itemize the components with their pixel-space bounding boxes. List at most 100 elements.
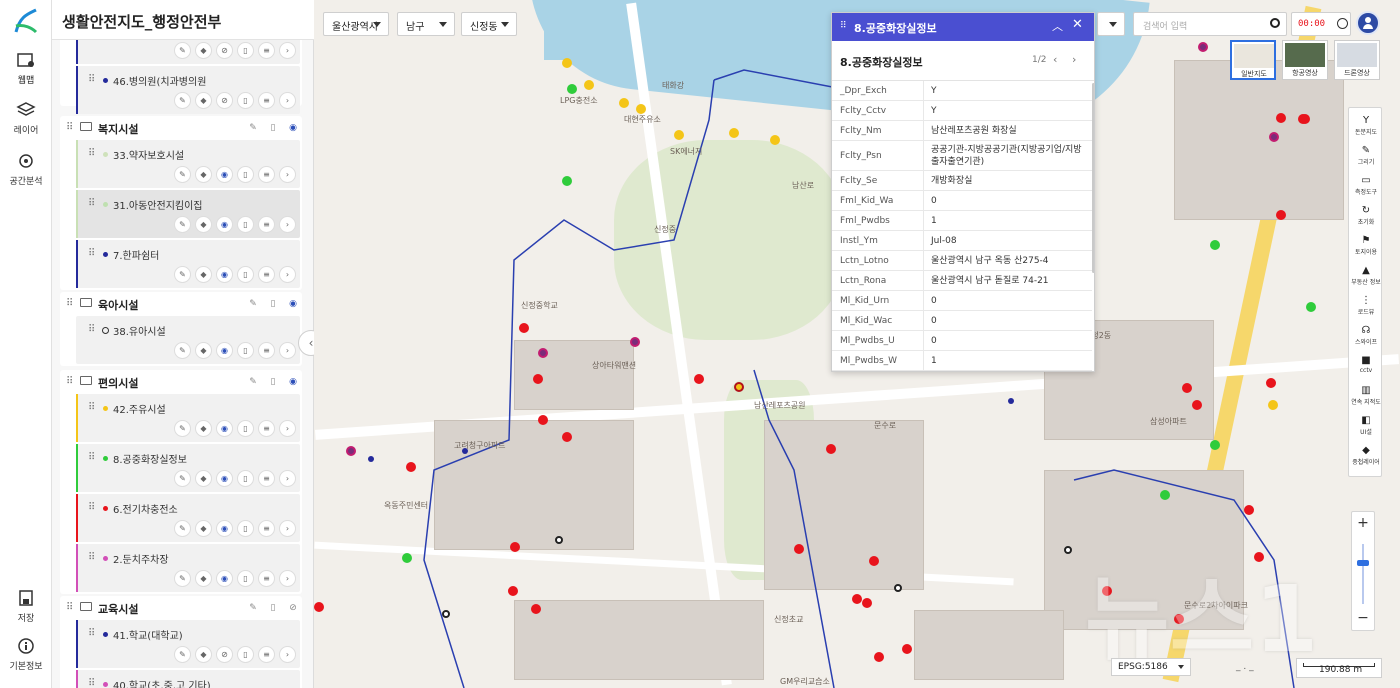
chevron-right-icon[interactable]: › — [279, 342, 296, 359]
edit-icon[interactable]: ✎ — [174, 42, 191, 59]
poi-marker[interactable] — [902, 644, 912, 654]
tool-button[interactable]: ■ cctv — [1349, 351, 1383, 381]
layer-item[interactable]: ⠿ 7.한파쉼터 ✎ ◆ ◉ ▯ ≡ › — [76, 240, 300, 288]
rail-item-spatial-analysis[interactable]: 공간분석 — [0, 151, 52, 187]
province-select[interactable]: 울산광역시 — [323, 12, 389, 36]
hidden-select[interactable] — [1097, 12, 1125, 36]
delete-icon[interactable]: ▯ — [237, 342, 254, 359]
edit-icon[interactable]: ✎ — [174, 166, 191, 183]
poi-marker[interactable] — [346, 446, 356, 456]
layer-item[interactable]: ⠿ 42.주유시설 ✎ ◆ ◉ ▯ ≡ › — [76, 394, 300, 442]
tool-button[interactable]: ☊ 스와이프 — [1349, 321, 1383, 351]
eye-icon[interactable]: ◉ — [286, 375, 300, 389]
edit-icon[interactable]: ✎ — [174, 216, 191, 233]
group-header[interactable]: ⠿ 육아시설 ✎ ▯ ◉ — [60, 292, 302, 316]
chevron-right-icon[interactable]: › — [279, 266, 296, 283]
poi-marker[interactable] — [406, 462, 416, 472]
tag-icon[interactable]: ◆ — [195, 520, 212, 537]
popup-header[interactable]: ⠿ 8.공중화장실정보 ︿ ✕ — [832, 13, 1094, 41]
poi-marker[interactable] — [442, 610, 450, 618]
zoom-knob[interactable] — [1357, 560, 1369, 566]
poi-marker[interactable] — [562, 58, 572, 68]
list-icon[interactable]: ≡ — [258, 266, 275, 283]
edit-icon[interactable]: ✎ — [174, 266, 191, 283]
edit-icon[interactable]: ✎ — [174, 92, 191, 109]
poi-marker[interactable] — [555, 536, 563, 544]
edit-icon[interactable]: ✎ — [174, 570, 191, 587]
poi-marker[interactable] — [1306, 302, 1316, 312]
layer-item[interactable]: ⠿ 8.공중화장실정보 ✎ ◆ ◉ ▯ ≡ › — [76, 444, 300, 492]
drag-handle-icon[interactable]: ⠿ — [66, 602, 73, 613]
user-avatar[interactable] — [1356, 11, 1380, 35]
eye-icon[interactable]: ◉ — [216, 520, 233, 537]
layer-item[interactable]: ⠿ 2.둔치주차장 ✎ ◆ ◉ ▯ ≡ › — [76, 544, 300, 592]
drag-handle-icon[interactable]: ⠿ — [88, 678, 95, 688]
tag-icon[interactable]: ◆ — [195, 216, 212, 233]
poi-marker[interactable] — [1210, 240, 1220, 250]
edit-icon[interactable]: ✎ — [246, 121, 260, 135]
rail-item-webmap[interactable]: 웹맵 — [0, 50, 52, 86]
chevron-right-icon[interactable]: › — [279, 92, 296, 109]
poi-marker[interactable] — [567, 84, 577, 94]
poi-marker[interactable] — [694, 374, 704, 384]
zoom-in-button[interactable]: + — [1352, 515, 1374, 531]
delete-icon[interactable]: ▯ — [237, 420, 254, 437]
delete-icon[interactable]: ▯ — [266, 297, 280, 311]
drag-handle-icon[interactable]: ⠿ — [88, 74, 95, 85]
poi-marker[interactable] — [533, 374, 543, 384]
edit-icon[interactable]: ✎ — [246, 375, 260, 389]
zoom-out-button[interactable]: − — [1352, 610, 1374, 626]
poi-marker[interactable] — [862, 598, 872, 608]
layer-item[interactable]: ⠿ 46.병의원(치과병의원 ✎ ◆ ⊘ ▯ ≡ › — [76, 66, 300, 114]
layer-item[interactable]: ⠿ 6.전기차충전소 ✎ ◆ ◉ ▯ ≡ › — [76, 494, 300, 542]
drag-handle-icon[interactable]: ⠿ — [88, 552, 95, 563]
delete-icon[interactable]: ▯ — [237, 266, 254, 283]
chevron-right-icon[interactable]: › — [279, 166, 296, 183]
tool-button[interactable]: ◧ UI설 — [1349, 411, 1383, 441]
visibility-off-icon[interactable]: ⊘ — [216, 646, 233, 663]
chevron-left-icon[interactable]: ‹ — [1053, 53, 1057, 66]
poi-marker[interactable] — [1160, 490, 1170, 500]
list-icon[interactable]: ≡ — [258, 42, 275, 59]
poi-marker[interactable] — [1268, 400, 1278, 410]
tag-icon[interactable]: ◆ — [195, 420, 212, 437]
poi-marker[interactable] — [794, 544, 804, 554]
list-icon[interactable]: ≡ — [258, 342, 275, 359]
poi-marker[interactable] — [852, 594, 862, 604]
poi-marker[interactable] — [538, 348, 548, 358]
tag-icon[interactable]: ◆ — [195, 42, 212, 59]
tag-icon[interactable]: ◆ — [195, 470, 212, 487]
chevron-right-icon[interactable]: › — [279, 520, 296, 537]
drag-handle-icon[interactable]: ⠿ — [88, 248, 95, 259]
tool-button[interactable]: ⋮ 로드뷰 — [1349, 291, 1383, 321]
eye-icon[interactable]: ◉ — [216, 420, 233, 437]
chevron-right-icon[interactable]: › — [279, 216, 296, 233]
chevron-right-icon[interactable]: › — [1072, 53, 1076, 66]
drag-handle-icon[interactable]: ⠿ — [88, 452, 95, 463]
tool-button[interactable]: ▭ 측정도구 — [1349, 171, 1383, 201]
poi-marker[interactable] — [734, 382, 744, 392]
rail-item-layers[interactable]: 레이어 — [0, 100, 52, 136]
poi-marker[interactable] — [1269, 132, 1279, 142]
layer-item[interactable]: ⠿ 33.약자보호시설 ✎ ◆ ◉ ▯ ≡ › — [76, 140, 300, 188]
basemap-aerial[interactable]: 항공영상 — [1282, 40, 1328, 80]
poi-marker[interactable] — [531, 604, 541, 614]
edit-icon[interactable]: ✎ — [174, 342, 191, 359]
rail-item-info[interactable]: 기본정보 — [0, 636, 52, 672]
list-icon[interactable]: ≡ — [258, 166, 275, 183]
tool-button[interactable]: ▥ 연속 지적도 — [1349, 381, 1383, 411]
eye-icon[interactable]: ◉ — [216, 342, 233, 359]
tool-button[interactable]: ▲ 부동산 정보 — [1349, 261, 1383, 291]
edit-icon[interactable]: ✎ — [246, 601, 260, 615]
eye-icon[interactable]: ◉ — [286, 297, 300, 311]
tool-button[interactable]: ◆ 중첩레이어 — [1349, 441, 1383, 471]
group-header[interactable]: ⠿ 편의시설 ✎ ▯ ◉ — [60, 370, 302, 394]
poi-marker[interactable] — [1182, 383, 1192, 393]
tool-button[interactable]: Y 돈분지도 — [1349, 111, 1383, 141]
poi-marker[interactable] — [1192, 400, 1202, 410]
tool-button[interactable]: ↻ 초기화 — [1349, 201, 1383, 231]
drag-handle-icon[interactable]: ⠿ — [66, 376, 73, 387]
list-icon[interactable]: ≡ — [258, 92, 275, 109]
poi-marker[interactable] — [770, 135, 780, 145]
poi-marker[interactable] — [894, 584, 902, 592]
